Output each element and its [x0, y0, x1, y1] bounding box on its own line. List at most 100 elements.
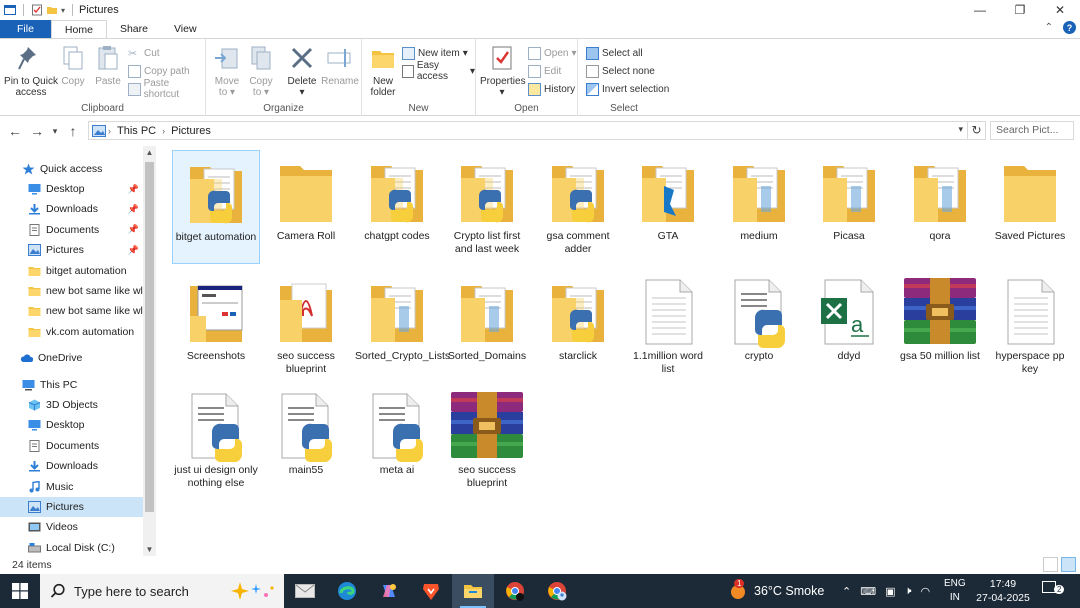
nav-quick-access-item[interactable]: new bot same like wl p: [0, 281, 143, 301]
tab-file[interactable]: File: [0, 20, 51, 38]
copy-path-button[interactable]: Copy path: [128, 63, 190, 79]
file-item[interactable]: gsa comment adder: [534, 150, 622, 264]
file-item[interactable]: GTA: [624, 150, 712, 264]
scroll-down-icon[interactable]: ▼: [143, 545, 156, 554]
history-button[interactable]: History: [528, 81, 575, 97]
help-icon[interactable]: ?: [1063, 21, 1076, 34]
invert-selection-button[interactable]: Invert selection: [586, 81, 669, 97]
file-item[interactable]: gsa 50 million list: [896, 270, 984, 384]
notification-center-icon[interactable]: 2: [1042, 581, 1065, 594]
scroll-thumb[interactable]: [145, 162, 154, 512]
pin-to-quick-access-button[interactable]: Pin to Quick access: [4, 43, 58, 98]
new-folder-qa-icon[interactable]: [46, 4, 58, 16]
address-dropdown-icon[interactable]: ▾: [958, 124, 963, 135]
breadcrumb-pictures[interactable]: Pictures: [167, 125, 215, 137]
tab-share[interactable]: Share: [107, 20, 161, 38]
tab-home[interactable]: Home: [50, 20, 107, 38]
start-button[interactable]: [0, 574, 40, 608]
select-none-button[interactable]: Select none: [586, 63, 655, 79]
cut-button[interactable]: ✂ Cut: [128, 45, 160, 61]
weather-widget[interactable]: 1 36°C Smoke: [728, 574, 824, 608]
file-item[interactable]: Sorted_Domains: [443, 270, 531, 384]
file-item[interactable]: 1.1million word list: [624, 270, 712, 384]
easy-access-button[interactable]: Easy access ▾: [402, 60, 475, 82]
nav-quick-access[interactable]: Quick access: [0, 159, 143, 179]
nav-quick-access-item[interactable]: Downloads 📌: [0, 199, 143, 219]
nav-quick-access-item[interactable]: Pictures 📌: [0, 240, 143, 260]
file-item[interactable]: bitget automation: [172, 150, 260, 264]
nav-this-pc[interactable]: This PC: [0, 375, 143, 395]
file-item[interactable]: medium: [715, 150, 803, 264]
scroll-up-icon[interactable]: ▲: [143, 148, 156, 157]
file-item[interactable]: Saved Pictures: [986, 150, 1074, 264]
file-item[interactable]: hyperspace pp key: [986, 270, 1074, 384]
file-item[interactable]: Picasa: [805, 150, 893, 264]
nav-this-pc-item[interactable]: Downloads: [0, 456, 143, 476]
nav-quick-access-item[interactable]: Documents 📌: [0, 220, 143, 240]
rename-button[interactable]: Rename: [320, 43, 360, 87]
collapse-ribbon-icon[interactable]: ⌃: [1045, 22, 1053, 33]
file-item[interactable]: crypto: [715, 270, 803, 384]
nav-this-pc-item[interactable]: Videos: [0, 517, 143, 537]
search-input[interactable]: Search Pict...: [990, 121, 1074, 140]
file-explorer-taskbar-icon[interactable]: [452, 574, 494, 608]
properties-button[interactable]: Properties ▾: [480, 43, 526, 98]
restore-button[interactable]: ❐: [1000, 0, 1040, 20]
properties-qa-icon[interactable]: [31, 4, 43, 16]
mail-app-icon[interactable]: [284, 574, 326, 608]
nav-this-pc-item[interactable]: Pictures: [0, 497, 143, 517]
navigation-pane-scrollbar[interactable]: ▲ ▼: [143, 146, 156, 556]
meet-now-icon[interactable]: ▣: [885, 585, 895, 598]
wifi-icon[interactable]: ◠: [920, 585, 930, 598]
breadcrumb-this-pc[interactable]: This PC: [113, 125, 160, 137]
file-item[interactable]: main55: [262, 384, 350, 498]
new-item-button[interactable]: New item ▾: [402, 45, 468, 61]
minimize-button[interactable]: —: [960, 0, 1000, 20]
file-item[interactable]: Camera Roll: [262, 150, 350, 264]
large-icons-view-button[interactable]: [1061, 557, 1076, 572]
nav-quick-access-item[interactable]: new bot same like wl p: [0, 301, 143, 321]
file-item[interactable]: seo success blueprint: [262, 270, 350, 384]
copilot-icon[interactable]: [368, 574, 410, 608]
brave-browser-icon[interactable]: [410, 574, 452, 608]
nav-quick-access-item[interactable]: Desktop 📌: [0, 179, 143, 199]
file-item[interactable]: starclick: [534, 270, 622, 384]
nav-this-pc-item[interactable]: 3D Objects: [0, 395, 143, 415]
copy-button[interactable]: Copy: [58, 43, 88, 87]
back-arrow-icon[interactable]: ←: [4, 123, 26, 139]
move-to-button[interactable]: Move to ▾: [212, 43, 242, 98]
speaker-icon[interactable]: 🕨: [905, 585, 912, 598]
edit-button[interactable]: Edit: [528, 63, 561, 79]
refresh-icon[interactable]: ↻: [968, 121, 986, 140]
file-item[interactable]: chatgpt codes: [353, 150, 441, 264]
file-item[interactable]: Screenshots: [172, 270, 260, 384]
file-item[interactable]: just ui design only nothing else: [172, 384, 260, 498]
chrome-profile-icon[interactable]: [536, 574, 578, 608]
qa-dropdown-icon[interactable]: ▾: [61, 6, 65, 15]
file-item[interactable]: Crypto list first and last week: [443, 150, 531, 264]
paste-button[interactable]: Paste: [92, 43, 124, 87]
language-indicator[interactable]: ENG IN: [944, 577, 966, 605]
tab-view[interactable]: View: [161, 20, 210, 38]
nav-quick-access-item[interactable]: vk.com automation: [0, 322, 143, 342]
chrome-browser-icon[interactable]: [494, 574, 536, 608]
nav-this-pc-item[interactable]: Music: [0, 477, 143, 497]
open-button[interactable]: Open ▾: [528, 45, 577, 61]
address-bar[interactable]: › This PC › Pictures ▾: [88, 121, 968, 140]
input-indicator-icon[interactable]: ⌨: [860, 585, 876, 598]
file-item[interactable]: a ddyd: [805, 270, 893, 384]
taskbar-search-box[interactable]: Type here to search: [40, 574, 284, 608]
show-hidden-icons-icon[interactable]: ⌃: [842, 585, 851, 598]
close-button[interactable]: ✕: [1040, 0, 1080, 20]
delete-button[interactable]: Delete ▾: [286, 43, 318, 98]
clock[interactable]: 17:49 27-04-2025: [976, 577, 1030, 605]
select-all-button[interactable]: Select all: [586, 45, 643, 61]
file-item[interactable]: Sorted_Crypto_Lists: [353, 270, 450, 384]
nav-this-pc-item[interactable]: Desktop: [0, 415, 143, 435]
edge-browser-icon[interactable]: [326, 574, 368, 608]
up-arrow-icon[interactable]: ↑: [62, 123, 84, 139]
nav-this-pc-item[interactable]: Local Disk (C:): [0, 538, 143, 556]
recent-locations-icon[interactable]: ▾: [48, 126, 62, 137]
file-item[interactable]: seo success blueprint: [443, 384, 531, 498]
forward-arrow-icon[interactable]: →: [26, 123, 48, 139]
